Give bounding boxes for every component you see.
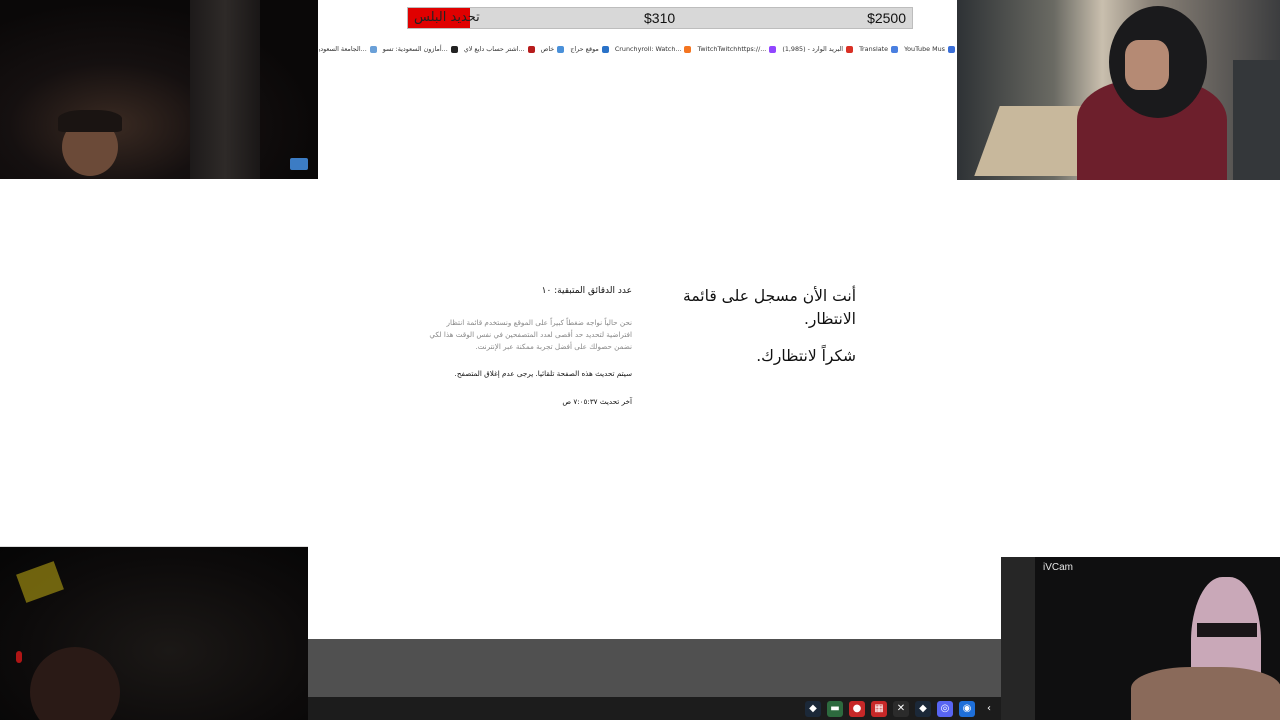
person-hair (58, 110, 122, 132)
epic-icon[interactable]: ✕ (893, 700, 909, 717)
bookmark-label: YouTube Mus (904, 45, 945, 53)
bookmark-item[interactable]: YouTube Mus (904, 45, 955, 53)
bookmark-label: خاص (540, 45, 555, 53)
desktop-background (308, 639, 1001, 697)
translate-icon (891, 45, 899, 53)
bookmark-item[interactable]: موقع حراج (570, 45, 609, 53)
curtain (190, 0, 260, 179)
waiting-title: أنت الأن مسجل على قائمة الانتظار. (683, 287, 856, 328)
bookmark-item[interactable]: البريد الوارد - (1,985) (782, 45, 854, 53)
bookmark-label: موقع حراج (570, 45, 599, 53)
chair (1233, 60, 1280, 180)
headset-light (16, 651, 22, 663)
bookmarks-bar: YouTube Mus Translate البريد الوارد - (1,9… (319, 40, 957, 58)
crunchyroll-icon (684, 45, 692, 53)
person-face (1125, 40, 1169, 90)
calendar-icon[interactable]: ▦ (871, 700, 887, 717)
donation-goal-bar: تحديد البلس $310 $2500 (407, 7, 913, 29)
queue-explanation: نحن حالياً نواجه ضغطاً كبيراً على الموقع… (429, 318, 632, 351)
bookmark-item[interactable]: خاص (541, 45, 565, 53)
bookmark-item[interactable]: Translate (859, 45, 899, 53)
person-head (30, 647, 120, 720)
bookmark-label: البريد الوارد - (1,985) (782, 45, 844, 53)
ivcam-label: iVCam (1043, 562, 1074, 573)
minutes-remaining: عدد الدقائق المتبقية: ١٠ (541, 286, 632, 296)
bookmark-label: TwitchTwitchhttps://... (697, 45, 767, 53)
app-icon[interactable]: ▬ (827, 700, 843, 717)
webcam-top-left (0, 0, 318, 179)
person-body (1131, 667, 1280, 720)
bookmark-item[interactable]: اشتر حساب دايع لاي... (464, 45, 535, 53)
chevron-icon[interactable]: ‹ (981, 700, 997, 717)
bookmark-label: الجامعة السعودية الإل... (319, 45, 367, 53)
webcam-top-right (957, 0, 1280, 180)
last-updated: آخر تحديث ٧:٠٥:٣٧ ص (562, 397, 632, 406)
discord-icon[interactable]: ◎ (937, 700, 953, 717)
store-icon (527, 45, 535, 53)
amazon-icon (450, 45, 458, 53)
private-icon (557, 45, 565, 53)
bookmark-label: Crunchyroll: Watch... (614, 45, 682, 53)
yellow-object (16, 561, 64, 603)
steam-icon[interactable]: ◆ (915, 700, 931, 717)
webcam-bottom-left (0, 546, 308, 720)
twitch-icon (769, 45, 777, 53)
auto-refresh-note: سيتم تحديث هذه الصفحة تلقائيا. يرجى عدم … (454, 369, 632, 378)
monitor-glow (290, 158, 308, 170)
bookmark-label: Translate (859, 45, 889, 53)
steam-icon[interactable]: ◆ (805, 700, 821, 717)
app-blue-icon[interactable]: ◉ (959, 700, 975, 717)
haraj-icon (601, 45, 609, 53)
cam-side-panel (1001, 557, 1035, 720)
mask-eyes (1197, 623, 1257, 637)
goal-current-amount: $310 (644, 10, 676, 26)
webcam-bottom-right: iVCam (1001, 557, 1280, 720)
goal-target-amount: $2500 (867, 10, 906, 26)
bookmark-item[interactable]: Crunchyroll: Watch... (615, 45, 692, 53)
bookmark-item[interactable]: TwitchTwitchhttps://... (697, 45, 777, 53)
gmail-icon (846, 45, 854, 53)
bookmark-item[interactable]: الجامعة السعودية الإل... (319, 45, 377, 53)
screen: تحديد البلس $310 $2500 YouTube Mus Transl… (0, 0, 1280, 720)
youtube-icon (948, 45, 955, 53)
bookmark-item[interactable]: أمازون السعودية: تسو... (383, 45, 458, 53)
bookmark-label: أمازون السعودية: تسو... (382, 45, 448, 53)
waiting-thanks: شكراً لانتظارك. (756, 347, 856, 365)
bookmark-label: اشتر حساب دايع لاي... (463, 45, 525, 53)
taskbar: ◆ ▬ ● ▦ ✕ ◆ ◎ ◉ ‹ (308, 697, 1001, 720)
record-icon[interactable]: ● (849, 700, 865, 717)
goal-label: تحديد البلس (414, 10, 480, 25)
university-icon (369, 45, 377, 53)
